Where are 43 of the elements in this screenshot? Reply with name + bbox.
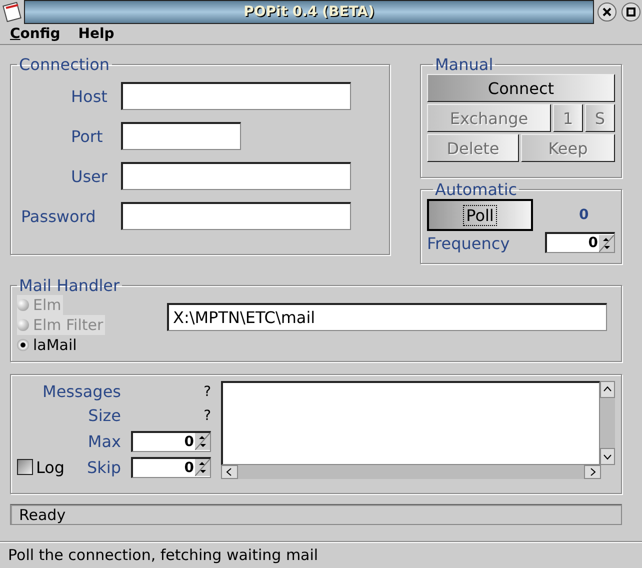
field-label: Skip (86, 458, 122, 477)
connect-button[interactable]: Connect (427, 74, 615, 102)
input-field[interactable] (121, 122, 241, 150)
skip-spinner[interactable]: 0 (131, 456, 211, 478)
field-label: Frequency (427, 234, 510, 253)
menu-item[interactable]: Help (78, 26, 114, 42)
field-label: Max (86, 432, 122, 451)
horizontal-scrollbar[interactable] (221, 465, 601, 479)
scroll-down-icon[interactable] (600, 448, 615, 465)
window-menu-icon[interactable] (2, 2, 22, 22)
poll-button[interactable]: Poll (427, 199, 533, 231)
max-spinner[interactable]: 0 (131, 430, 211, 452)
group-title: Automatic (434, 180, 518, 199)
poll-count: 0 (579, 207, 589, 223)
group-title: Connection (18, 55, 111, 74)
maximize-icon[interactable] (621, 2, 641, 22)
scroll-up-icon[interactable] (600, 381, 615, 398)
mail-path-field[interactable]: X:\MPTN\ETC\mail (167, 303, 607, 331)
scroll-left-icon[interactable] (221, 465, 238, 479)
scroll-right-icon[interactable] (584, 465, 601, 479)
vertical-scrollbar[interactable] (600, 381, 615, 465)
radio-option[interactable]: laMail (17, 335, 79, 355)
messages-value: ? (202, 384, 211, 400)
field-label: Messages (42, 382, 122, 402)
input-field[interactable] (121, 202, 351, 230)
input-field[interactable] (121, 162, 351, 190)
group-title: Mail Handler (18, 276, 121, 295)
size-value: ? (202, 408, 211, 424)
field-label: Password (21, 206, 97, 226)
field-label: Size (87, 406, 122, 426)
close-icon[interactable] (597, 2, 617, 22)
progress-text: Ready (10, 504, 622, 525)
field-label: User (70, 166, 108, 186)
group-title: Manual (434, 55, 494, 74)
field-label: Host (70, 86, 108, 106)
menu-item[interactable]: Config (10, 26, 60, 42)
status-bar: Poll the connection, fetching waiting mail (0, 541, 642, 568)
input-field[interactable] (121, 82, 351, 110)
log-checkbox[interactable]: Log (17, 458, 83, 477)
message-list[interactable] (221, 381, 600, 465)
frequency-spinner[interactable]: 0 (545, 232, 615, 253)
window-title: POPit 0.4 (BETA) (244, 4, 374, 20)
field-label: Port (70, 126, 104, 146)
